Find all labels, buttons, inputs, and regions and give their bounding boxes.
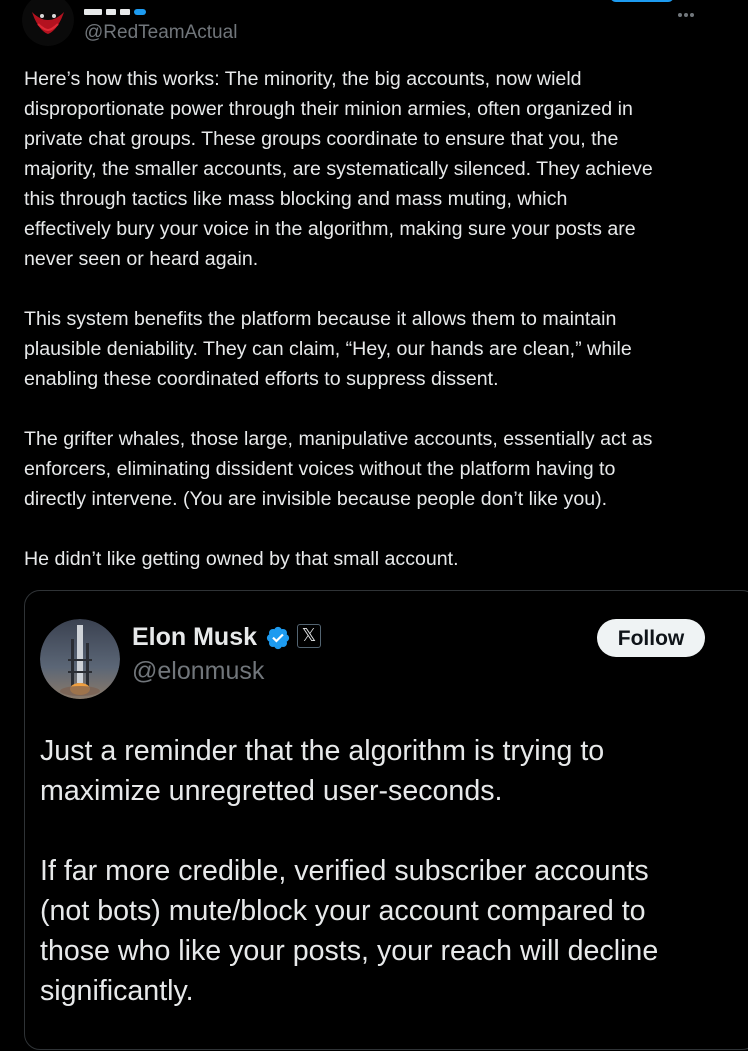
author-avatar[interactable] xyxy=(22,0,74,46)
more-icon[interactable] xyxy=(678,4,698,17)
post-paragraph: He didn’t like getting owned by that sma… xyxy=(24,548,459,570)
quoted-post-card[interactable]: Elon Musk 𝕏 @elonmusk Follow Just a remi… xyxy=(24,590,748,1050)
author-avatar-image xyxy=(22,0,74,46)
post-header: @RedTeamActual xyxy=(0,0,748,56)
post-text: Here’s how this works: The minority, the… xyxy=(24,64,736,604)
quoted-post-text: Just a reminder that the algorithm is tr… xyxy=(40,731,720,1051)
rocket-photo-image xyxy=(40,619,120,699)
x-logo-icon: 𝕏 xyxy=(297,624,321,648)
quoted-author-name[interactable]: Elon Musk xyxy=(132,623,257,652)
post-paragraph: The grifter whales, those large, manipul… xyxy=(24,428,653,510)
subscribe-button-edge[interactable] xyxy=(610,0,674,2)
post-paragraph: This system benefits the platform becaus… xyxy=(24,308,632,390)
follow-button[interactable]: Follow xyxy=(597,619,705,657)
quoted-post-paragraph: If far more credible, verified subscribe… xyxy=(40,855,659,1007)
quoted-author-handle[interactable]: @elonmusk xyxy=(132,657,264,686)
author-handle[interactable]: @RedTeamActual xyxy=(84,22,237,44)
author-name-cropped[interactable] xyxy=(84,2,156,15)
post-paragraph: Here’s how this works: The minority, the… xyxy=(24,68,653,270)
quoted-author-avatar[interactable] xyxy=(40,619,120,699)
verified-badge-icon xyxy=(266,626,290,650)
quoted-post-paragraph: Just a reminder that the algorithm is tr… xyxy=(40,735,605,807)
